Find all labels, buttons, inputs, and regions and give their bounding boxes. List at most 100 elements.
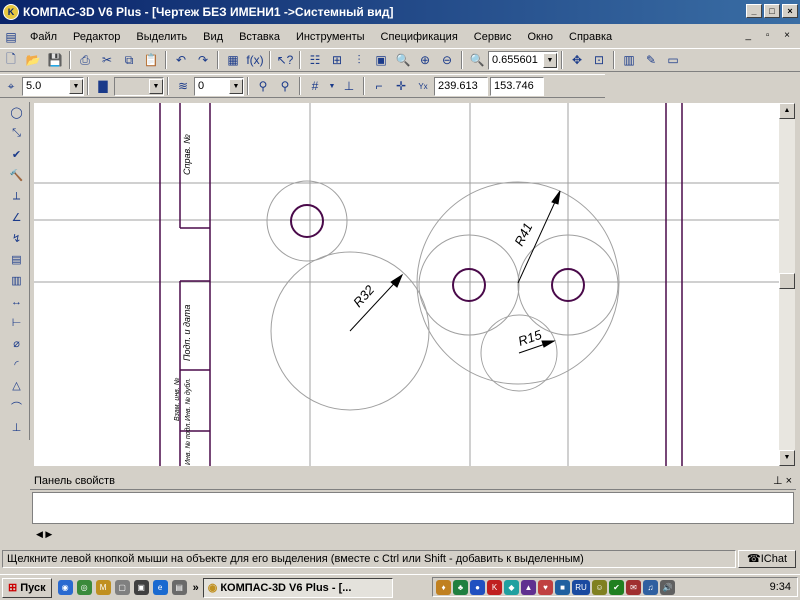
explorer-icon[interactable]: ▤ [171,580,187,595]
tray-icon[interactable]: ▲ [521,579,536,595]
vertical-scrollbar[interactable]: ▲ ▼ [779,103,795,466]
scroll-down-icon[interactable]: ▼ [779,450,795,466]
point-icon[interactable]: ⌖ [1,76,21,96]
report-tool-icon[interactable]: ▥ [6,270,28,291]
minimize-button[interactable]: _ [746,4,762,18]
chevron-down-icon[interactable]: ▼ [229,78,243,94]
local-cs-icon[interactable]: ⊥ [339,76,359,96]
chevron-down-icon[interactable]: ▼ [543,52,557,68]
menu-view[interactable]: Вид [195,31,231,43]
tray-icon[interactable]: ♥ [538,579,553,595]
cut-icon[interactable]: ✂ [97,50,117,70]
snap-mode-icon[interactable]: ⚲ [275,76,295,96]
taskbar-app-kompas[interactable]: ◉ КОМПАС-3D V6 Plus - [... [202,577,393,598]
media-icon[interactable]: M [95,580,111,595]
menu-service[interactable]: Сервис [466,31,520,43]
chevron-down-icon[interactable]: ▼ [149,78,163,94]
panel-controls[interactable]: ⊥ × [773,474,792,487]
menu-help[interactable]: Справка [561,31,620,43]
panel-nav-arrows[interactable]: ◀ ▶ [36,529,52,540]
snap-icon[interactable]: ⚲ [253,76,273,96]
open-file-icon[interactable]: 📂 [23,50,43,70]
zoom-window-icon[interactable]: 🔍 [393,50,413,70]
copy-icon[interactable]: ⧉ [119,50,139,70]
document-menu-icon[interactable]: ▤ [1,27,21,47]
desktop-icon[interactable]: ▣ [133,580,149,595]
properties-icon[interactable]: ⊞ [327,50,347,70]
language-indicator[interactable]: RU [572,579,590,595]
pan-icon[interactable]: ✥ [567,50,587,70]
vertical-dim-icon[interactable]: ⊢ [6,312,28,333]
scroll-up-icon[interactable]: ▲ [779,103,795,119]
browser-icon[interactable]: ◉ [57,580,73,595]
menu-tools[interactable]: Инструменты [288,31,373,43]
menu-window[interactable]: Окно [519,31,561,43]
save-icon[interactable]: 💾 [45,50,65,70]
spec-tool-icon[interactable]: ▤ [6,249,28,270]
line-width-combo[interactable]: 5.0 ▼ [22,76,84,96]
radius-dim-icon[interactable]: ◜ [6,354,28,375]
quicklaunch-more-icon[interactable]: » [193,582,199,594]
drawing-canvas[interactable]: Справ. № Подп. и дата Инв. № дубл. Взам.… [34,103,779,466]
zoom-combo[interactable]: 0.655601 ▼ [488,50,558,70]
drawing-svg[interactable]: Справ. № Подп. и дата Инв. № дубл. Взам.… [34,103,779,466]
menu-edit[interactable]: Редактор [65,31,128,43]
angle-dim-icon[interactable]: △ [6,375,28,396]
new-file-icon[interactable]: 🗋 [1,50,21,70]
undo-icon[interactable]: ↶ [171,50,191,70]
kompas-app-icon[interactable]: K [3,4,19,20]
close-button[interactable]: × [782,4,798,18]
tray-icon[interactable]: K [487,579,502,595]
measure-icon[interactable]: ∠ [6,207,28,228]
tray-icon[interactable]: ✔ [609,579,624,595]
folder-icon[interactable]: ▢ [114,580,130,595]
base-icon[interactable]: ⊥ [6,417,28,438]
mdi-controls[interactable]: _ ▫ × [745,30,796,41]
tree-icon[interactable]: ☷ [305,50,325,70]
ie-icon[interactable]: e [152,580,168,595]
manager-icon[interactable]: ▦ [223,50,243,70]
tray-icon[interactable]: ■ [555,579,570,595]
arc-dim-icon[interactable]: ⌒ [6,396,28,417]
paste-icon[interactable]: 📋 [141,50,161,70]
layer-icon[interactable]: ≋ [173,76,193,96]
print-icon[interactable]: ⎙ [75,50,95,70]
maximize-button[interactable]: □ [764,4,780,18]
current-point-icon[interactable]: ✛ [391,76,411,96]
fill-icon[interactable]: ▇ [93,76,113,96]
menu-specification[interactable]: Спецификация [373,31,466,43]
menu-insert[interactable]: Вставка [231,31,288,43]
layer-combo[interactable]: 0 ▼ [194,76,244,96]
geometry-icon[interactable]: ◯ [6,102,28,123]
chat-button[interactable]: ☎IChat [738,550,796,568]
edit-icon[interactable]: 🔨 [6,165,28,186]
chevron-down-icon[interactable]: ▼ [69,78,83,94]
show-all-icon[interactable]: ⊡ [589,50,609,70]
display-icon[interactable]: ▭ [663,50,683,70]
select-tool-icon[interactable]: ↯ [6,228,28,249]
scroll-thumb[interactable] [779,273,795,289]
grid-icon[interactable]: # [305,76,325,96]
tray-icon[interactable]: ☺ [592,579,607,595]
dimension-tool-icon[interactable]: ⤡ [6,123,28,144]
zoom-out-icon[interactable]: ⊖ [437,50,457,70]
tray-icon[interactable]: ✉ [626,579,641,595]
style-combo[interactable]: ▼ [114,76,164,96]
tray-icon[interactable]: ♫ [643,579,658,595]
ortho-icon[interactable]: ⌐ [369,76,389,96]
help-pointer-icon[interactable]: ↖? [275,50,295,70]
tray-icon[interactable]: ● [470,579,485,595]
coord-x-field[interactable]: 239.613 [434,76,488,96]
chevron-down-icon[interactable]: ▼ [327,76,337,96]
linear-dim-icon[interactable]: ↔ [6,291,28,312]
parametrize-icon[interactable]: ⟂ [6,186,28,207]
tray-icon[interactable]: ♣ [453,579,468,595]
menu-file[interactable]: Файл [22,31,65,43]
align-icon[interactable]: ⫶ [349,50,369,70]
volume-icon[interactable]: 🔊 [660,579,675,595]
quicklaunch-icon[interactable]: ◎ [76,580,92,595]
menu-select[interactable]: Выделить [128,31,195,43]
tray-icon[interactable]: ♦ [436,579,451,595]
pen-icon[interactable]: ✎ [641,50,661,70]
redo-icon[interactable]: ↷ [193,50,213,70]
